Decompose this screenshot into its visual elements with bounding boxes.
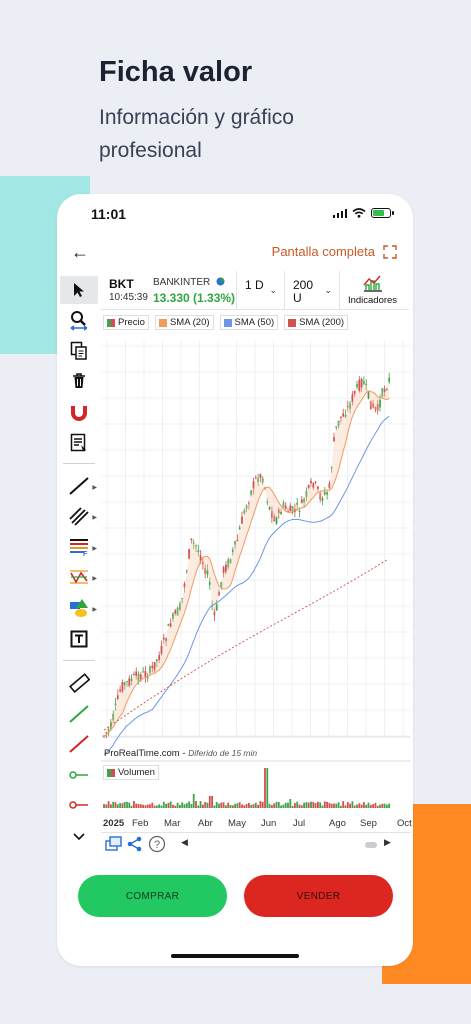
indicators-icon — [363, 275, 382, 292]
volume-legend[interactable]: Volumen — [103, 765, 159, 780]
signal-icon — [333, 208, 347, 218]
x-tick-label: May — [228, 818, 246, 829]
chart-scrollbar[interactable] — [365, 842, 377, 848]
fullscreen-label: Pantalla completa — [271, 244, 375, 259]
last-price: 13.330 (1.33%) — [153, 291, 236, 305]
status-icons — [333, 208, 394, 218]
legend-swatch — [223, 318, 232, 327]
chart-bottom-bar: ? ◀ ▶ — [101, 832, 411, 855]
x-tick-label: Oct — [397, 818, 412, 829]
x-tick-label: 2025 — [103, 818, 125, 829]
delay-note: Diferido de 15 min — [188, 748, 258, 758]
legend-swatch — [158, 318, 167, 327]
legend-price[interactable]: Precio — [103, 315, 149, 330]
x-tick-label: Ago — [329, 818, 346, 829]
ticker-symbol: BKT — [109, 277, 134, 291]
x-tick-label: Jun — [261, 818, 277, 829]
legend-sma200[interactable]: SMA (200) — [284, 315, 349, 330]
legend-swatch — [107, 318, 115, 327]
share-icon[interactable] — [127, 836, 143, 852]
phone-screen: 11:01 ← Pantalla completa ▶ ▶ F ▶ ▶ ▶ BK… — [57, 194, 413, 966]
sell-button[interactable]: VENDER — [244, 875, 393, 917]
fibonacci-icon[interactable]: F ▶ — [60, 533, 98, 561]
x-tick-label: Feb — [132, 818, 149, 829]
layers-icon[interactable] — [105, 836, 123, 852]
shapes-icon[interactable]: ▶ — [60, 594, 98, 622]
market-status-icon — [216, 277, 225, 286]
green-line-icon[interactable] — [60, 700, 98, 728]
chevron-down-icon: ⌄ — [324, 285, 332, 295]
help-icon[interactable]: ? — [148, 835, 166, 853]
magnet-icon[interactable] — [60, 398, 98, 426]
red-marker-icon[interactable] — [60, 791, 98, 819]
scroll-right-icon[interactable]: ▶ — [384, 837, 391, 848]
x-tick-label: Mar — [164, 818, 181, 829]
quote-time: 10:45:39 — [109, 292, 148, 303]
wifi-icon — [352, 208, 366, 218]
x-tick-label: Abr — [198, 818, 213, 829]
fullscreen-icon — [383, 244, 397, 259]
green-marker-icon[interactable] — [60, 761, 98, 789]
scroll-left-icon[interactable]: ◀ — [181, 837, 188, 848]
bars-count-value: 200 U — [293, 278, 314, 305]
home-indicator — [171, 954, 299, 958]
trend-line-icon[interactable]: ▶ — [60, 472, 98, 500]
bars-count-select[interactable]: 200 U ⌄ — [285, 271, 340, 309]
x-tick-label: Jul — [293, 818, 306, 829]
company-name: BANKINTER — [153, 277, 225, 288]
chevron-down-icon: ⌄ — [269, 285, 277, 295]
fullscreen-button[interactable]: Pantalla completa — [272, 244, 397, 259]
promo-subtitle: Información y gráfico profesional — [99, 106, 294, 162]
legend-sma50[interactable]: SMA (50) — [219, 315, 279, 330]
x-tick-label: Sep — [360, 818, 377, 829]
trash-icon[interactable] — [60, 367, 98, 395]
copy-icon[interactable] — [60, 337, 98, 365]
zigzag-icon[interactable]: ▶ — [60, 563, 98, 591]
chart-watermark: ProRealTime.com - Diferido de 15 min — [104, 748, 258, 759]
battery-icon — [371, 208, 394, 218]
parallel-lines-icon[interactable]: ▶ — [60, 502, 98, 530]
indicators-button[interactable]: Indicadores — [340, 271, 405, 309]
legend-swatch — [288, 318, 297, 327]
indicators-label: Indicadores — [347, 295, 398, 306]
svg-text:F: F — [83, 551, 88, 557]
instrument-info: BKT 10:45:39 BANKINTER 13.330 (1.33%) — [101, 271, 237, 309]
chart-legend: Precio SMA (20) SMA (50) SMA (200) — [103, 315, 349, 330]
back-arrow-icon[interactable]: ← — [71, 242, 89, 263]
timeframe-value: 1 D — [245, 278, 264, 292]
red-line-icon[interactable] — [60, 730, 98, 758]
promo-title: Ficha valor — [99, 56, 253, 88]
timeframe-select[interactable]: 1 D ⌄ — [237, 271, 285, 309]
cursor-icon[interactable] — [60, 276, 98, 304]
legend-swatch — [107, 768, 115, 777]
buy-button[interactable]: COMPRAR — [78, 875, 227, 917]
ruler-icon[interactable] — [60, 669, 98, 697]
chart-header: BKT 10:45:39 BANKINTER 13.330 (1.33%) 1 … — [101, 271, 409, 310]
svg-text:?: ? — [154, 839, 160, 851]
status-time: 11:01 — [91, 206, 127, 222]
text-tool-icon[interactable] — [60, 625, 98, 653]
legend-sma20[interactable]: SMA (20) — [154, 315, 214, 330]
zoom-icon[interactable] — [60, 306, 98, 334]
collapse-icon[interactable] — [60, 822, 98, 850]
drawing-toolbar: ▶ ▶ F ▶ ▶ ▶ — [60, 274, 98, 854]
edit-list-icon[interactable] — [60, 429, 98, 457]
